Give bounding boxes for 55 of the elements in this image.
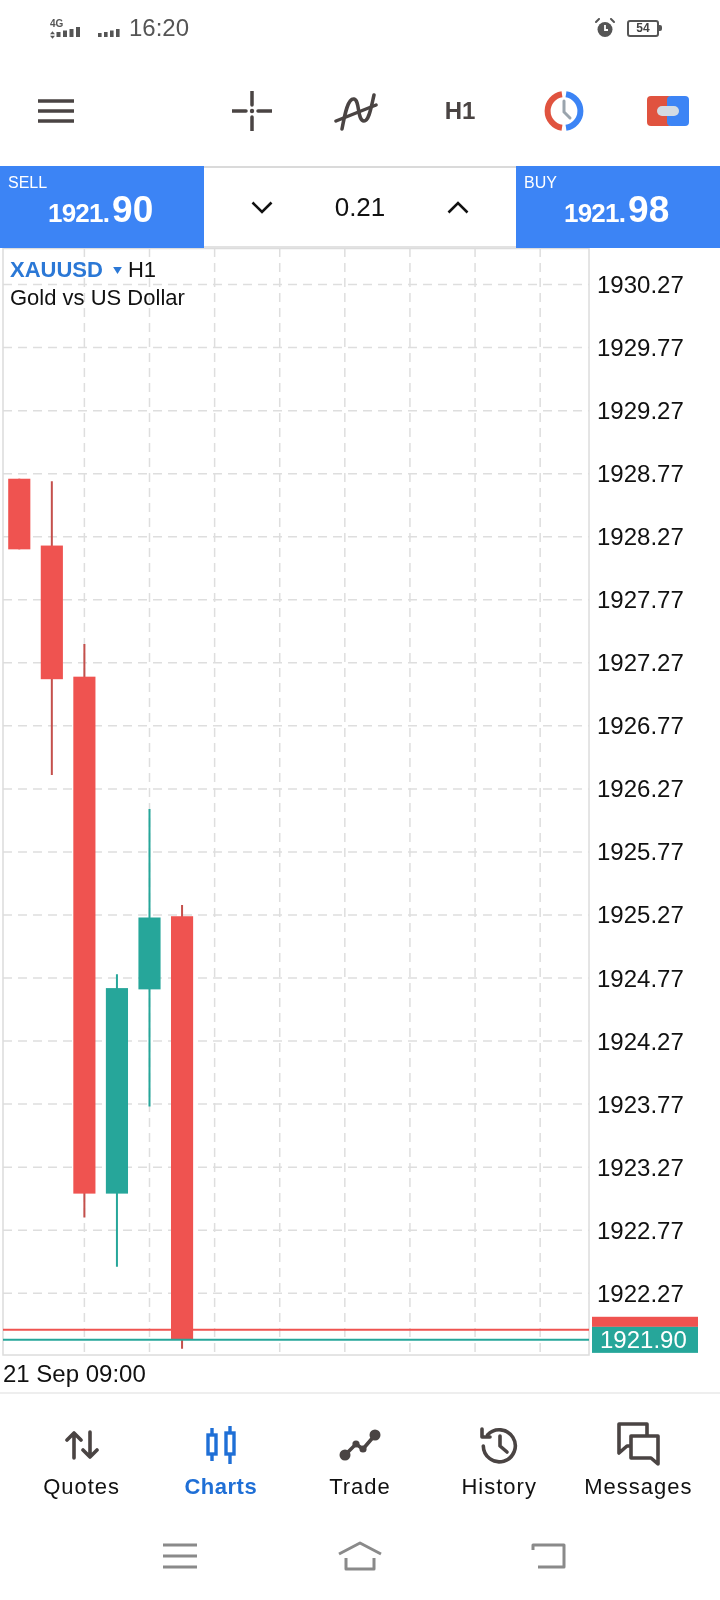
bottom-nav-tab[interactable]: Messages [568,1426,708,1508]
menu-button[interactable] [38,99,74,123]
buy-button[interactable]: BUY 1921.98 [516,166,720,248]
alarm-clock-icon [595,18,615,38]
indicator-wave-icon [334,91,378,131]
bottom-nav-tab[interactable]: Charts [151,1426,291,1508]
back-icon[interactable] [531,1541,567,1570]
bottom-nav-tab[interactable]: Quotes [12,1426,152,1508]
price-tag-label: 1921.90 [600,1326,687,1354]
chart-timeframe-label: H1 [127,257,157,283]
recent-apps-icon[interactable] [163,1542,197,1569]
up-down-arrows-icon [64,1430,99,1460]
price-axis-label: 1929.27 [597,397,684,425]
price-axis-label: 1930.27 [597,271,684,299]
symbol-description: Gold vs US Dollar [10,284,185,312]
candlestick-chart-icon [204,1426,237,1464]
data-arrows-icon [50,31,55,39]
clock-icon [544,91,584,131]
price-axis-label: 1925.27 [597,901,684,929]
price-axis-label: 1927.77 [597,586,684,614]
timeframe-button[interactable]: H1 [408,81,512,141]
history-clock-icon [479,1425,520,1465]
price-axis-label: 1922.77 [597,1216,684,1244]
signal-bars-icon [56,27,81,37]
price-axis-label: 1928.27 [597,523,684,551]
price-axis-label: 1923.27 [597,1153,684,1181]
chevron-down-icon [251,200,273,214]
home-icon[interactable] [337,1540,383,1571]
bottom-nav-tab[interactable]: Trade [290,1426,430,1508]
price-axis-label: 1924.77 [597,964,684,992]
price-axis-label: 1926.27 [597,775,684,803]
dropdown-triangle-icon [112,266,122,274]
time-axis-label: 21 Sep 09:00 [3,1360,146,1387]
chevron-up-icon [447,200,469,214]
menu-icon [38,99,74,123]
status-time: 16:20 [129,15,190,41]
signal-bars-icon [98,29,120,37]
price-axis-label: 1927.27 [597,649,684,677]
price-axis-label: 1929.77 [597,334,684,362]
price-axis-label: 1925.77 [597,838,684,866]
line-chart-icon [339,1429,381,1461]
price-axis-label: 1922.27 [597,1279,684,1307]
crosshair-icon [232,91,272,131]
chat-bubbles-icon [615,1422,662,1466]
price-axis-label: 1926.77 [597,712,684,740]
volume-value[interactable]: 0.21 [334,191,386,223]
network-type-label: 4G [50,19,64,29]
price-axis-label: 1923.77 [597,1090,684,1118]
price-axis-label: 1924.27 [597,1027,684,1055]
symbol-selector[interactable]: XAUUSD [10,257,103,283]
bottom-nav-tab[interactable]: History [429,1426,569,1508]
trade-toggle-icon [647,96,689,126]
sell-button[interactable]: SELL 1921.90 [0,166,204,248]
battery-indicator: 54 [627,19,662,37]
price-axis-label: 1928.77 [597,460,684,488]
